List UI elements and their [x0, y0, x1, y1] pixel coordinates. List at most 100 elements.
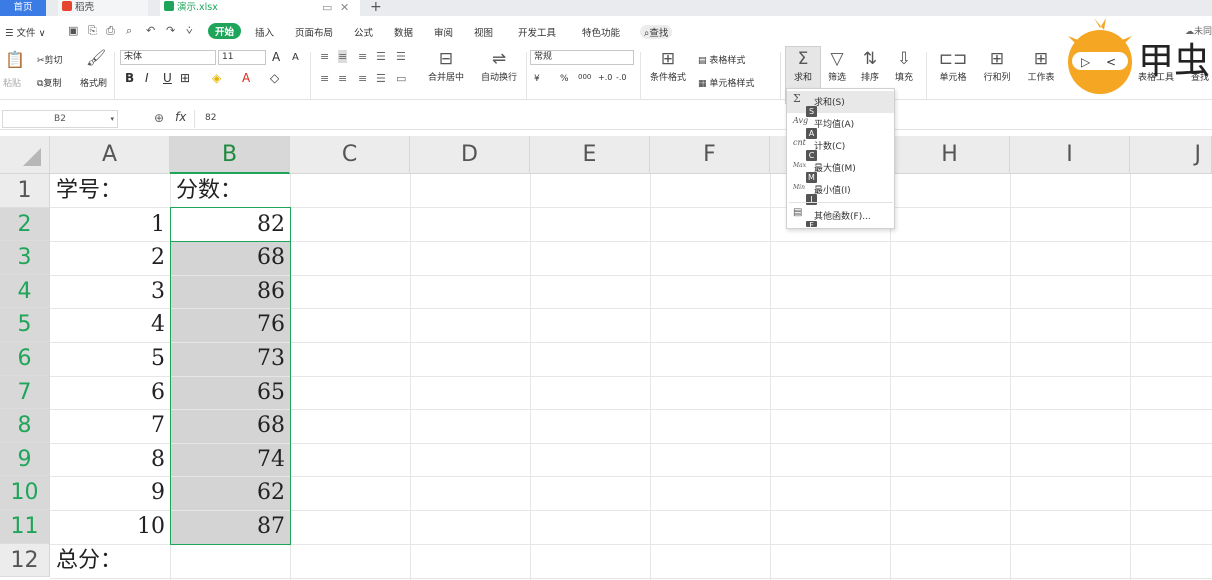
- menu-special-features[interactable]: 特色功能: [582, 25, 620, 39]
- new-tab-button[interactable]: +: [370, 0, 382, 15]
- cell-b4[interactable]: 86: [170, 275, 290, 309]
- cell-b7[interactable]: 65: [170, 376, 290, 410]
- row-header-6[interactable]: 6: [0, 342, 50, 376]
- filter-button[interactable]: ▽ 筛选: [822, 48, 852, 83]
- export-pdf-icon[interactable]: ⎘: [88, 24, 97, 38]
- paste-icon[interactable]: 📋: [5, 50, 25, 69]
- fill-color-icon[interactable]: ◈: [212, 71, 221, 85]
- row-header-11[interactable]: 11: [0, 510, 50, 544]
- sort-button[interactable]: ⇅ 排序: [855, 48, 885, 83]
- tab-daoke[interactable]: 稻壳: [58, 0, 148, 16]
- cell-b10[interactable]: 62: [170, 476, 290, 510]
- cell-b5[interactable]: 76: [170, 308, 290, 342]
- row-col-button[interactable]: ⊞ 行和列: [978, 48, 1016, 83]
- file-menu[interactable]: ☰ 文件 ∨: [5, 25, 46, 39]
- font-size-select[interactable]: 11: [218, 50, 266, 65]
- tab-home[interactable]: 首页: [0, 0, 46, 16]
- autosum-button-face[interactable]: Σ 求和: [785, 48, 821, 83]
- table-style-button[interactable]: ▤ 表格样式: [698, 53, 745, 66]
- cell-a3[interactable]: 2: [50, 241, 170, 275]
- worksheet-button[interactable]: ⊞ 工作表: [1022, 48, 1060, 83]
- cell-b9[interactable]: 74: [170, 443, 290, 477]
- customize-toolbar-icon[interactable]: ⩒: [186, 24, 193, 38]
- row-header-8[interactable]: 8: [0, 409, 50, 443]
- percent-button[interactable]: %: [560, 74, 569, 84]
- bold-button[interactable]: B: [125, 71, 134, 85]
- cell-a1[interactable]: 学号：: [50, 174, 122, 208]
- menu-review[interactable]: 审阅: [434, 25, 453, 39]
- menu-data[interactable]: 数据: [394, 25, 413, 39]
- cell-a11[interactable]: 10: [50, 510, 170, 544]
- column-header-f[interactable]: F: [650, 136, 770, 174]
- formula-input[interactable]: 82: [194, 110, 1212, 128]
- menu-item-sum[interactable]: Σ 求和(S) S: [787, 91, 894, 117]
- decrease-indent-icon[interactable]: ☰: [376, 50, 386, 63]
- increase-indent-icon[interactable]: ☰: [396, 50, 406, 63]
- menu-item-max[interactable]: Max 最大值(M) M: [787, 157, 894, 183]
- cell-button[interactable]: ⊏⊐ 单元格: [934, 48, 972, 83]
- merge-center-button[interactable]: ⊟ 合并居中: [422, 48, 470, 83]
- cell-b8[interactable]: 68: [170, 409, 290, 443]
- column-header-j[interactable]: J: [1130, 136, 1212, 174]
- column-header-d[interactable]: D: [410, 136, 530, 174]
- menu-item-more-functions[interactable]: ▤ 其他函数(F)... F: [787, 205, 894, 227]
- menu-item-min[interactable]: Min 最小值(I) I: [787, 179, 894, 205]
- row-header-2[interactable]: 2: [0, 207, 50, 242]
- cut-button[interactable]: ✂剪切: [37, 53, 63, 66]
- shrink-font-button[interactable]: A: [292, 52, 299, 63]
- cell-b6[interactable]: 73: [170, 342, 290, 376]
- column-header-c[interactable]: C: [290, 136, 410, 174]
- cell-a8[interactable]: 7: [50, 409, 170, 443]
- menu-formulas[interactable]: 公式: [354, 25, 373, 39]
- menu-page-layout[interactable]: 页面布局: [295, 25, 333, 39]
- align-middle-icon[interactable]: ≡: [338, 50, 348, 63]
- row-header-12[interactable]: 12: [0, 543, 50, 578]
- increase-decimal-icon[interactable]: +.0: [598, 73, 612, 82]
- menu-insert[interactable]: 插入: [255, 25, 274, 39]
- row-header-9[interactable]: 9: [0, 442, 50, 477]
- format-painter-icon[interactable]: 🖌: [86, 48, 106, 67]
- thousands-separator-button[interactable]: 000: [578, 73, 591, 81]
- wrap-text-button[interactable]: ⇌ 自动换行: [476, 48, 522, 83]
- cell-style-button[interactable]: ▦ 单元格样式: [698, 76, 754, 89]
- cell-a10[interactable]: 9: [50, 476, 170, 510]
- window-icon[interactable]: ▭: [322, 0, 332, 16]
- font-color-icon[interactable]: A: [242, 71, 250, 85]
- align-center-icon[interactable]: ≡: [338, 72, 347, 85]
- fill-button[interactable]: ⇩ 填充: [889, 48, 919, 83]
- decrease-decimal-icon[interactable]: -.0: [616, 73, 627, 82]
- currency-button[interactable]: ¥: [534, 74, 540, 84]
- cell-b3[interactable]: 68: [170, 241, 290, 275]
- cell-b2[interactable]: 82: [170, 208, 290, 242]
- row-header-7[interactable]: 7: [0, 375, 50, 410]
- align-left-icon[interactable]: ≡: [320, 72, 329, 85]
- print-preview-icon[interactable]: ⌕: [126, 24, 132, 38]
- search-box[interactable]: ⌕查找: [640, 25, 673, 39]
- align-bottom-icon[interactable]: ≡: [358, 50, 367, 63]
- cell-a9[interactable]: 8: [50, 443, 170, 477]
- column-header-a[interactable]: A: [50, 136, 170, 174]
- cell-b11[interactable]: 87: [170, 510, 290, 544]
- font-name-select[interactable]: 宋体: [120, 50, 216, 65]
- cell-a5[interactable]: 4: [50, 308, 170, 342]
- menu-developer[interactable]: 开发工具: [518, 25, 556, 39]
- menu-item-average[interactable]: Avg 平均值(A) A: [787, 113, 894, 139]
- justify-icon[interactable]: ☰: [376, 72, 386, 85]
- column-header-b[interactable]: B: [170, 136, 290, 174]
- underline-button[interactable]: U: [163, 71, 172, 85]
- save-icon[interactable]: ▣: [68, 24, 78, 37]
- distributed-icon[interactable]: ▭: [396, 72, 406, 85]
- italic-button[interactable]: I: [145, 71, 149, 85]
- cell-a6[interactable]: 5: [50, 342, 170, 376]
- column-header-i[interactable]: I: [1010, 136, 1130, 174]
- row-header-4[interactable]: 4: [0, 274, 50, 309]
- row-header-5[interactable]: 5: [0, 308, 50, 342]
- close-tab-icon[interactable]: ✕: [340, 0, 349, 16]
- column-header-h[interactable]: H: [890, 136, 1010, 174]
- clear-format-icon[interactable]: ◇: [270, 71, 279, 85]
- name-box[interactable]: B2 ▾: [2, 110, 118, 128]
- column-header-e[interactable]: E: [530, 136, 650, 174]
- select-all-corner[interactable]: [0, 136, 50, 174]
- cell-a2[interactable]: 1: [50, 208, 170, 242]
- cell-a12[interactable]: 总分：: [50, 544, 122, 578]
